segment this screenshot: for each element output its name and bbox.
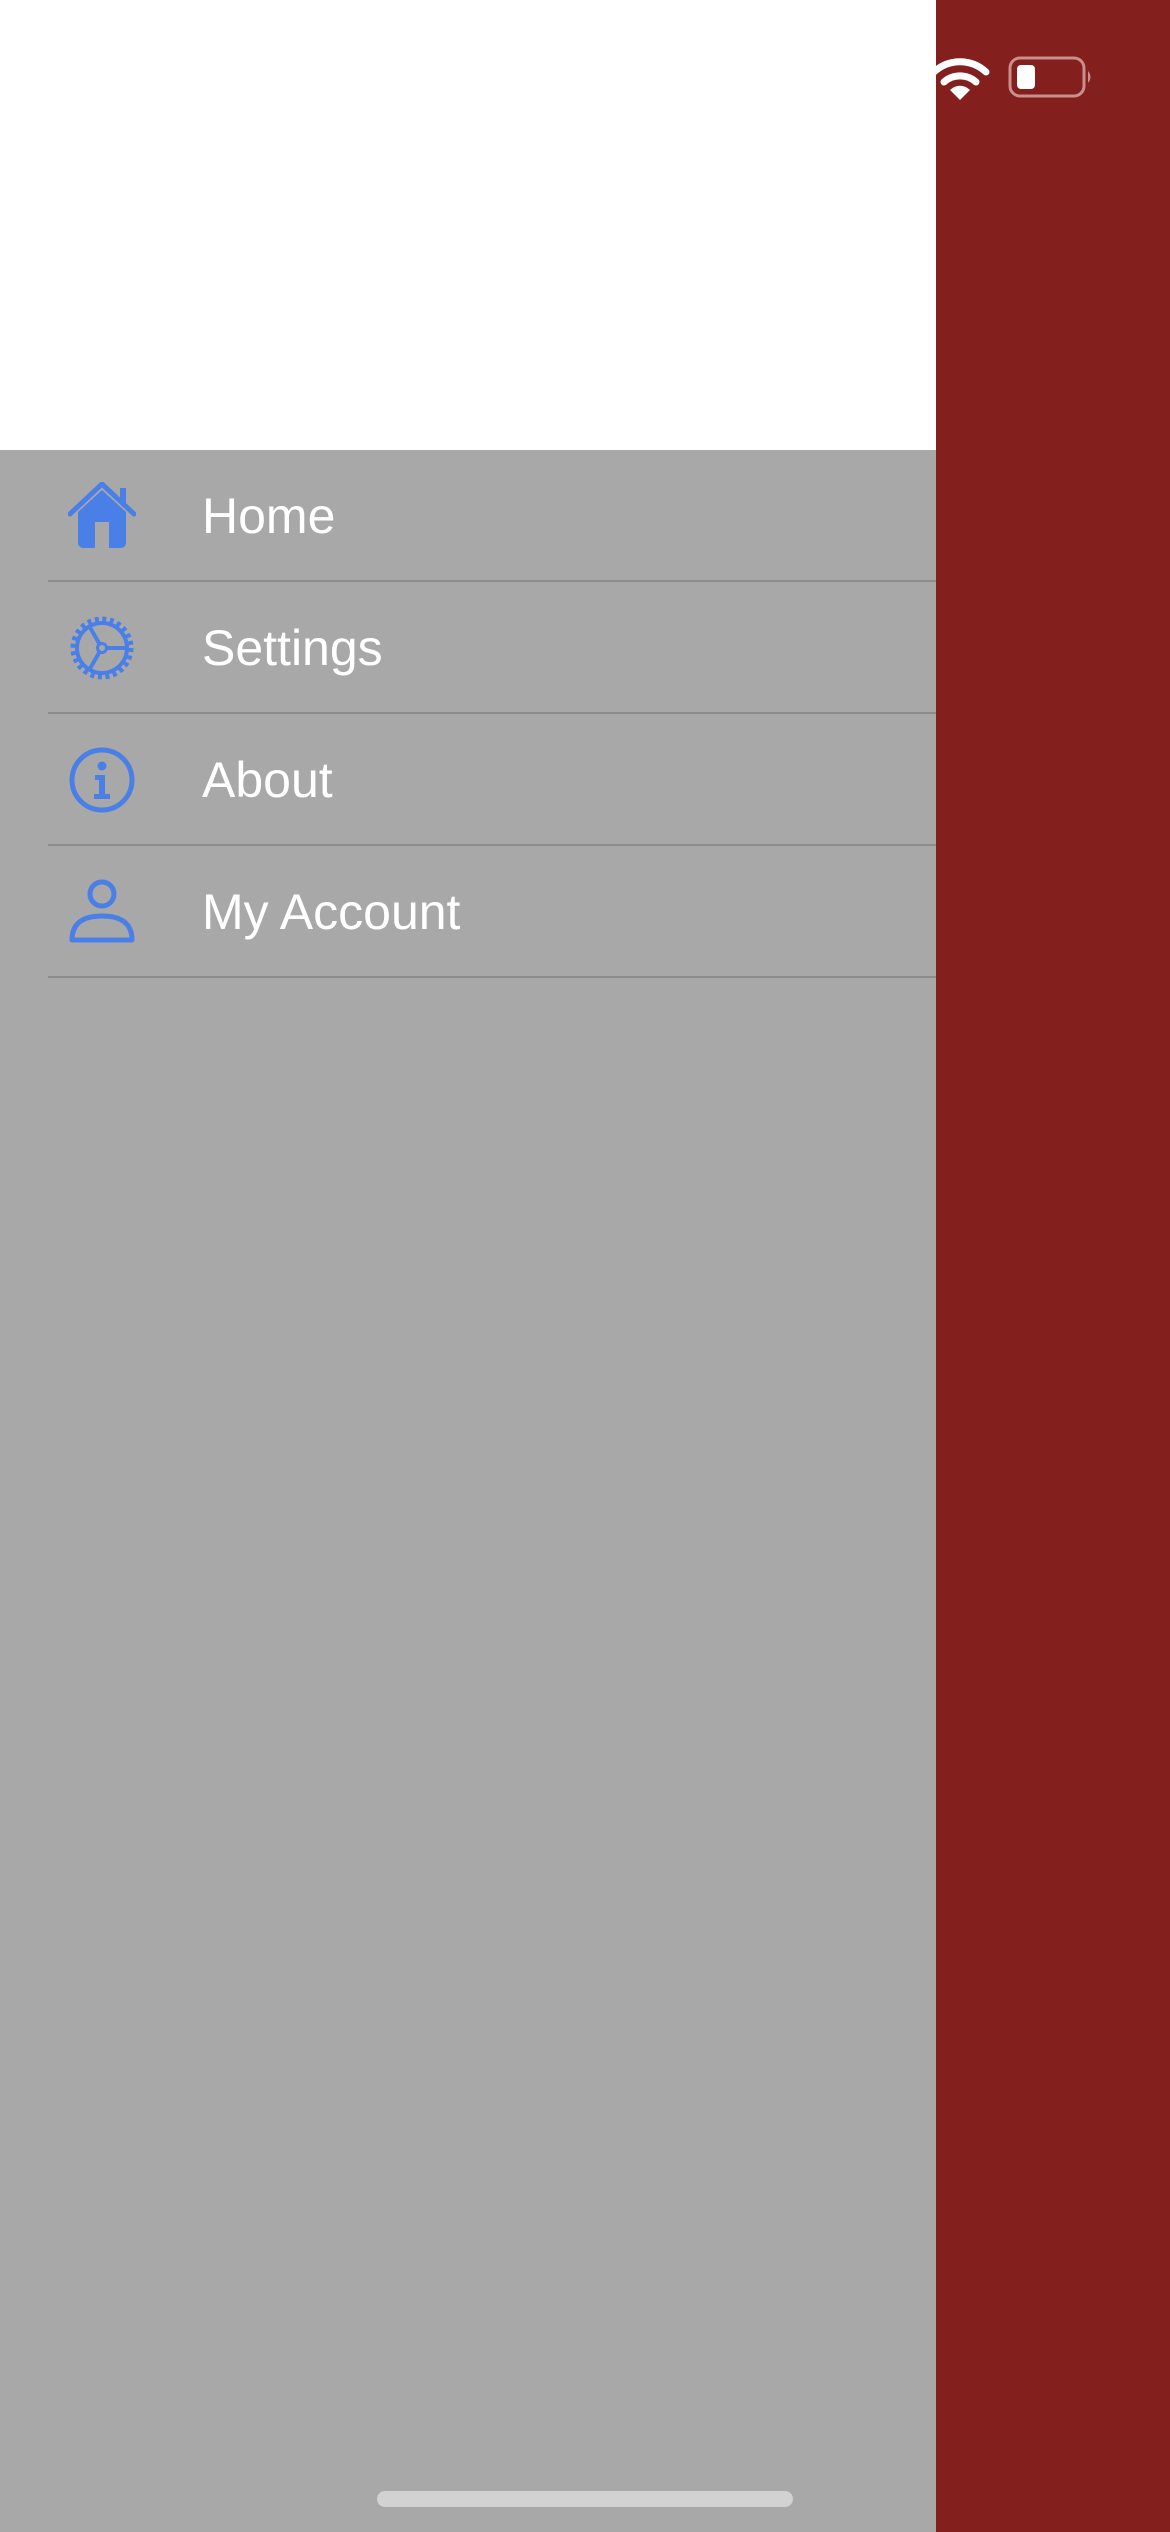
info-icon (69, 747, 135, 813)
battery-icon (1008, 56, 1091, 98)
home-indicator[interactable] (377, 2491, 793, 2507)
menu-item-settings[interactable]: Settings (0, 582, 936, 714)
gear-icon (70, 616, 134, 680)
menu-item-settings-label: Settings (202, 620, 383, 676)
side-drawer: Home Settings About My Account (0, 0, 936, 2532)
home-icon (68, 482, 136, 548)
menu-item-home-label: Home (202, 488, 336, 544)
menu-item-my-account[interactable]: My Account (0, 846, 936, 978)
menu-item-my-account-label: My Account (202, 884, 461, 940)
menu-item-about-label: About (202, 752, 333, 808)
menu-item-about[interactable]: About (0, 714, 936, 846)
drawer-header (0, 0, 936, 450)
wifi-icon (930, 58, 990, 100)
person-icon (69, 879, 135, 943)
menu-list: Home Settings About My Account (0, 450, 936, 978)
menu-item-home[interactable]: Home (0, 450, 936, 582)
